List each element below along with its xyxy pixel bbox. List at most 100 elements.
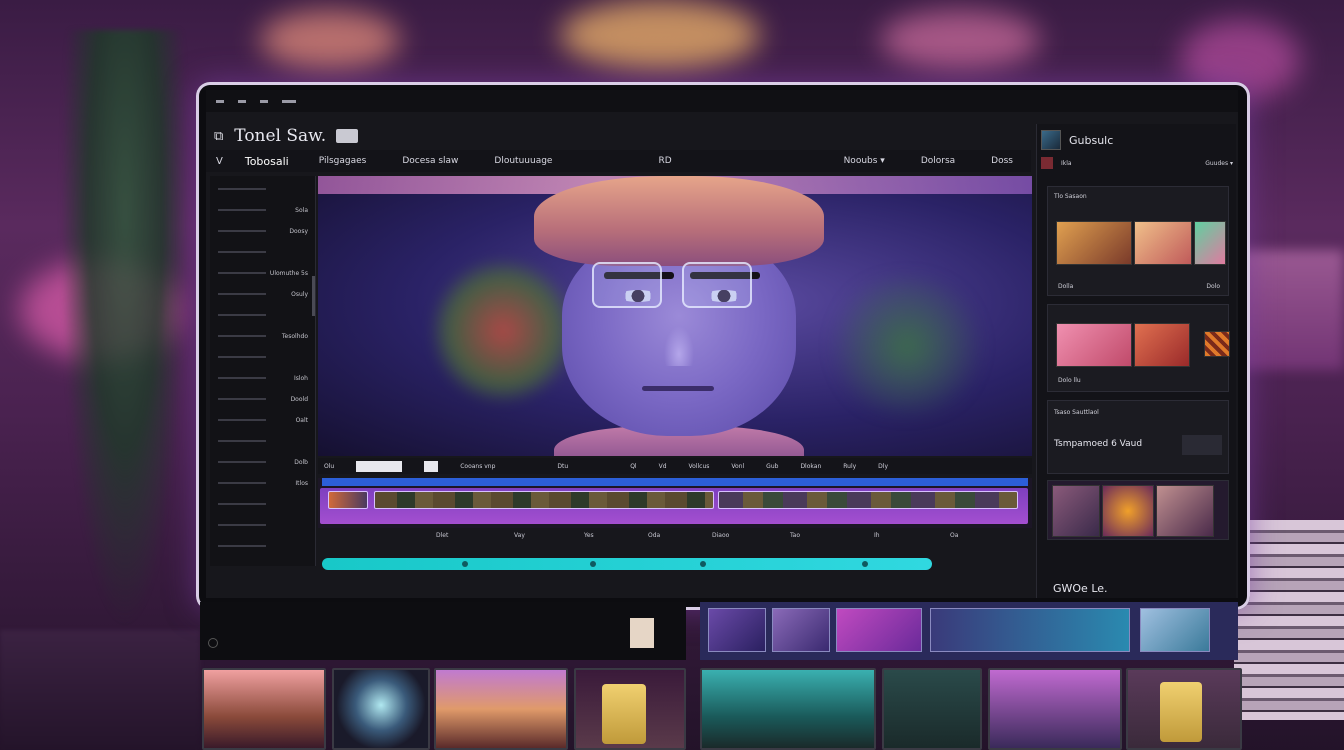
tool-row[interactable] [218, 182, 308, 196]
panel-scrollbar[interactable] [312, 276, 315, 316]
tool-row[interactable] [218, 245, 308, 259]
timeline-label: Oda [648, 532, 661, 539]
transport-label[interactable]: Vd [659, 463, 667, 470]
effects-card[interactable] [1047, 480, 1229, 540]
tool-row[interactable]: Itlos [218, 476, 308, 490]
play-toggle-button[interactable] [424, 460, 439, 472]
tool-row[interactable]: Doosy [218, 224, 308, 238]
lower-thumbnail[interactable] [836, 608, 922, 652]
media-thumbnail[interactable] [1204, 331, 1230, 357]
window-control-icon[interactable] [282, 99, 296, 103]
tool-row[interactable] [218, 434, 308, 448]
card-icon[interactable] [630, 618, 654, 648]
menu-selector[interactable]: Tobosali [233, 155, 301, 168]
subject-glasses [682, 262, 752, 308]
template-title: Tsmpamoed 6 Vaud [1054, 439, 1143, 449]
tool-row[interactable] [218, 539, 308, 553]
tool-row[interactable]: Osuly [218, 287, 308, 301]
lower-thumbnail[interactable] [772, 608, 830, 652]
transport-label[interactable]: Ruly [843, 463, 856, 470]
title-badge[interactable] [336, 129, 359, 143]
media-thumbnail[interactable] [1056, 221, 1132, 265]
lower-thumbnail[interactable] [708, 608, 766, 652]
desk [0, 630, 200, 750]
transport-label[interactable]: Ql [630, 463, 636, 470]
transport-label[interactable]: Vonl [731, 463, 744, 470]
settings-icon[interactable] [208, 638, 218, 648]
menu-item[interactable]: Dloutuuuage [476, 156, 570, 166]
tool-row[interactable] [218, 350, 308, 364]
gallery-thumbnail[interactable] [1126, 668, 1242, 750]
library-sort-dropdown[interactable]: Guudes ▾ [1205, 160, 1233, 167]
bokeh-light [880, 10, 1040, 70]
scrubber-marker[interactable] [862, 561, 868, 567]
window-control-icon[interactable] [216, 99, 224, 103]
effect-thumbnail[interactable] [1052, 485, 1100, 537]
tool-row[interactable]: Oalt [218, 413, 308, 427]
tool-row[interactable]: Sola [218, 203, 308, 217]
playback-scrubber[interactable] [322, 558, 932, 570]
gallery-thumbnail[interactable] [988, 668, 1122, 750]
tool-row[interactable]: Ulomuthe 5s [218, 266, 308, 280]
timeline-ruler[interactable] [322, 478, 1028, 486]
gallery-thumbnail[interactable] [700, 668, 876, 750]
tool-row[interactable] [218, 308, 308, 322]
timeline-clip[interactable] [718, 491, 1018, 509]
menu-item[interactable]: Docesa slaw [384, 156, 476, 166]
menu-item[interactable]: Dolorsa [903, 156, 973, 166]
tool-row[interactable]: Dolb [218, 455, 308, 469]
template-preview[interactable] [1182, 435, 1222, 455]
timeline-clip[interactable] [328, 491, 368, 509]
transport-label[interactable]: Cooans vnp [460, 463, 495, 470]
timeline-label: Diaoo [712, 532, 730, 539]
tool-row[interactable]: Doold [218, 392, 308, 406]
transport-label[interactable]: Dlokan [800, 463, 821, 470]
menu-item[interactable]: RD [640, 156, 689, 166]
scrubber-marker[interactable] [700, 561, 706, 567]
media-thumbnail[interactable] [1134, 323, 1190, 367]
scrubber-marker[interactable] [462, 561, 468, 567]
gallery-thumbnail[interactable] [332, 668, 430, 750]
transport-label[interactable]: Dly [878, 463, 888, 470]
media-thumbnail[interactable] [1134, 221, 1192, 265]
timeline[interactable] [318, 478, 1032, 528]
timeline-video-track[interactable] [320, 488, 1028, 524]
gallery-thumbnail[interactable] [202, 668, 326, 750]
tool-row[interactable] [218, 497, 308, 511]
library-thumb-icon[interactable] [1041, 130, 1061, 150]
effect-thumbnail[interactable] [1156, 485, 1214, 537]
gallery-thumbnail[interactable] [882, 668, 982, 750]
gallery-thumbnail[interactable] [434, 668, 568, 750]
transport-label[interactable]: Gub [766, 463, 778, 470]
menu-item[interactable]: Nooubs ▾ [826, 156, 903, 166]
record-icon[interactable] [1041, 157, 1053, 169]
lower-thumbnail[interactable] [930, 608, 1130, 652]
timeline-clip[interactable] [374, 491, 714, 509]
transport-label[interactable]: Dtu [557, 463, 568, 470]
window-control-icon[interactable] [238, 99, 246, 103]
tool-row[interactable] [218, 518, 308, 532]
lower-panel-left [200, 602, 686, 660]
menu-item[interactable]: Pilsgagaes [301, 156, 385, 166]
window-control-icon[interactable] [260, 99, 268, 103]
effect-thumbnail[interactable] [1102, 485, 1154, 537]
menu-chevron-icon[interactable]: V [206, 156, 233, 167]
plant [60, 30, 190, 630]
library-tab[interactable]: Ikla [1061, 160, 1072, 167]
media-card[interactable]: Dolo llu [1047, 304, 1230, 392]
media-thumbnail[interactable] [1056, 323, 1132, 367]
gallery-thumbnail[interactable] [574, 668, 686, 750]
lower-thumbnail[interactable] [1140, 608, 1210, 652]
media-card[interactable]: Tlo Sasaon Dolla Dolo [1047, 186, 1229, 296]
timecode-input[interactable] [356, 460, 403, 472]
video-preview[interactable] [318, 176, 1032, 456]
timeline-label: Tao [790, 532, 801, 539]
media-thumbnail[interactable] [1194, 221, 1226, 265]
tool-row[interactable]: Isloh [218, 371, 308, 385]
menu-item[interactable]: Doss [973, 156, 1031, 166]
tool-row-divider [218, 545, 266, 547]
scrubber-marker[interactable] [590, 561, 596, 567]
tool-row[interactable]: Tesolhdo [218, 329, 308, 343]
transport-label[interactable]: Vollcus [689, 463, 710, 470]
template-card[interactable]: Tsaso Sauttlaol Tsmpamoed 6 Vaud [1047, 400, 1229, 474]
